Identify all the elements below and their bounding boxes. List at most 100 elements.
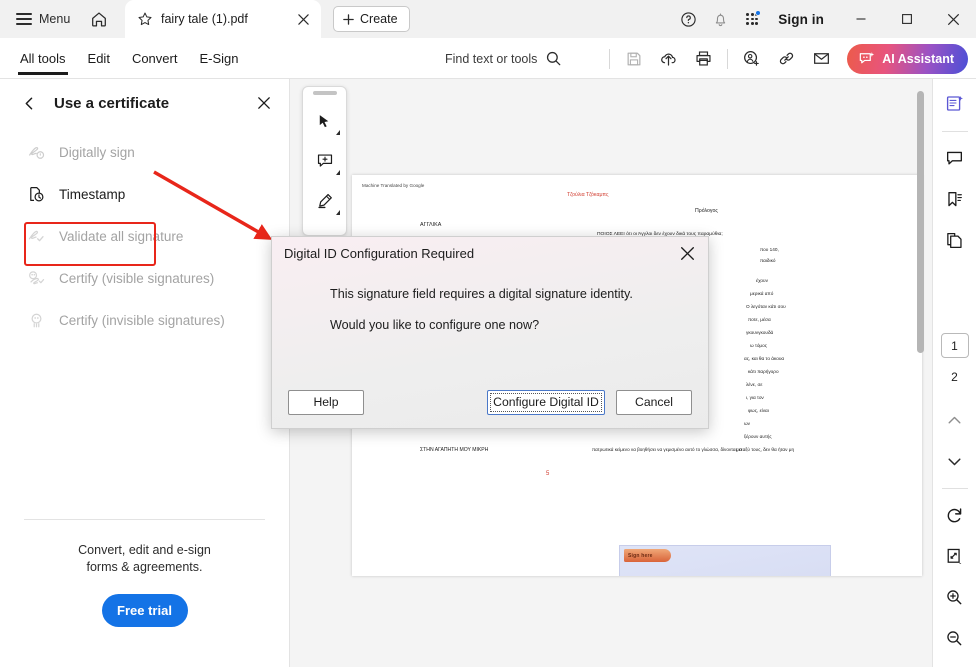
hamburger-icon <box>16 13 32 25</box>
use-a-certificate-panel: Use a certificate Digitally sign Timesta… <box>0 79 290 667</box>
next-page-button[interactable] <box>938 444 972 478</box>
maximize-icon <box>901 13 913 25</box>
fit-page-button[interactable] <box>938 539 972 573</box>
drag-handle[interactable] <box>312 91 337 95</box>
cancel-button[interactable]: Cancel <box>616 389 692 415</box>
highlighter-tool[interactable] <box>308 184 342 218</box>
page-thumbnails-button[interactable] <box>938 223 972 257</box>
tab-edit[interactable]: Edit <box>78 38 120 79</box>
chevron-down-icon[interactable] <box>335 210 340 215</box>
chevron-down-icon[interactable] <box>335 170 340 175</box>
doc-line: ω τόμος <box>750 343 767 348</box>
configure-digital-id-button[interactable]: Configure Digital ID <box>487 389 605 415</box>
search-icon[interactable] <box>545 50 562 67</box>
sign-here-tab[interactable]: Sign here <box>624 549 671 562</box>
add-comment-icon <box>316 152 334 170</box>
menu-button[interactable]: Menu <box>12 5 74 33</box>
certificate-tool-list: Digitally sign Timestamp Validate all si… <box>0 127 289 341</box>
sidebar-item-digitally-sign[interactable]: Digitally sign <box>0 131 289 173</box>
doc-heading-left: ΑΓΓΛΙΚΑ <box>420 222 442 228</box>
edit-with-ai-button[interactable] <box>938 87 972 121</box>
signature-field[interactable]: Sign here <box>619 545 831 576</box>
page-indicator-1[interactable]: 1 <box>940 333 969 358</box>
sidebar-item-certify-invisible[interactable]: Certify (invisible signatures) <box>0 299 289 341</box>
apps-button[interactable] <box>736 0 768 38</box>
notifications-button[interactable] <box>704 0 736 38</box>
request-esignature-button[interactable] <box>735 43 768 75</box>
find-label: Find text or tools <box>445 51 538 66</box>
panel-header: Use a certificate <box>0 79 289 127</box>
rotate-button[interactable] <box>938 498 972 532</box>
find-text-or-tools[interactable]: Find text or tools <box>445 38 562 79</box>
menu-label: Menu <box>39 12 71 26</box>
title-bar-left: Menu <box>0 0 114 38</box>
tab-close-icon[interactable] <box>293 9 313 29</box>
sign-here-label: Sign here <box>628 552 653 559</box>
zoom-out-icon <box>945 629 964 648</box>
comments-button[interactable] <box>938 141 972 175</box>
minimize-button[interactable] <box>838 0 884 38</box>
add-comment-tool[interactable] <box>308 144 342 178</box>
share-link-button[interactable] <box>770 43 803 75</box>
free-trial-button[interactable]: Free trial <box>101 594 188 627</box>
chevron-down-icon[interactable] <box>335 130 340 135</box>
sidebar-item-label: Certify (invisible signatures) <box>59 312 225 328</box>
doc-line: ποτε, μέσα <box>748 317 771 322</box>
cloud-upload-button[interactable] <box>652 43 685 75</box>
email-button[interactable] <box>805 43 838 75</box>
divider <box>941 131 968 132</box>
tool-menu-bar: All tools Edit Convert E-Sign Find text … <box>0 38 976 79</box>
window-close-icon <box>947 13 960 26</box>
cloud-upload-icon <box>659 49 678 68</box>
sidebar-item-label: Digitally sign <box>59 144 135 160</box>
document-scrollbar[interactable] <box>917 87 924 587</box>
sign-in-button[interactable]: Sign in <box>768 12 838 27</box>
scrollbar-thumb[interactable] <box>917 91 924 353</box>
zoom-in-icon <box>945 588 964 607</box>
help-button[interactable] <box>672 0 704 38</box>
zoom-out-button[interactable] <box>938 621 972 655</box>
tab-convert[interactable]: Convert <box>122 38 188 79</box>
window-close-button[interactable] <box>930 0 976 38</box>
highlighter-icon <box>316 192 334 210</box>
create-button[interactable]: Create <box>333 6 410 32</box>
save-button[interactable] <box>617 43 650 75</box>
doc-title-red: Τζούλια Τζόκαμπς <box>567 192 609 198</box>
dialog-body: This signature field requires a digital … <box>272 269 708 334</box>
help-button[interactable]: Help <box>288 389 364 415</box>
tab-esign[interactable]: E-Sign <box>189 38 248 79</box>
divider <box>609 48 611 69</box>
sidebar-item-label: Validate all signature <box>59 228 184 244</box>
zoom-in-button[interactable] <box>938 580 972 614</box>
sidebar-item-label: Timestamp <box>59 186 126 202</box>
panel-close-icon[interactable] <box>253 92 275 114</box>
star-icon[interactable] <box>137 11 153 27</box>
dialog-title: Digital ID Configuration Required <box>284 245 475 261</box>
digital-sign-icon <box>26 142 46 162</box>
dialog-button-row: Help Configure Digital ID Cancel <box>272 376 708 428</box>
tab-all-tools[interactable]: All tools <box>10 38 76 79</box>
certify-invisible-icon <box>26 310 46 330</box>
adobe-acrobat-window: Menu fairy tale (1).pdf Create Sign in A… <box>0 0 976 667</box>
doc-line: λένε, σε <box>746 382 763 387</box>
dialog-close-icon[interactable] <box>674 240 700 266</box>
pages-icon <box>945 231 964 250</box>
print-button[interactable] <box>687 43 720 75</box>
sidebar-item-certify-visible[interactable]: Certify (visible signatures) <box>0 257 289 299</box>
chevron-left-icon[interactable] <box>20 92 38 114</box>
home-icon <box>90 10 108 28</box>
ai-assistant-button[interactable]: AI Assistant <box>847 43 968 74</box>
doc-line: μεταξύ τους, δεν θα ήταν μη <box>736 447 795 452</box>
doc-line: Ο λεγόταν κάτι σου <box>746 304 786 309</box>
maximize-button[interactable] <box>884 0 930 38</box>
doc-line: φως, είναι <box>748 408 769 413</box>
sidebar-item-validate-all-signature[interactable]: Validate all signature <box>0 215 289 257</box>
select-cursor-tool[interactable] <box>308 104 342 138</box>
sidebar-item-timestamp[interactable]: Timestamp <box>0 173 289 215</box>
page-indicator-2[interactable]: 2 <box>941 364 969 389</box>
divider <box>24 519 265 520</box>
document-tab[interactable]: fairy tale (1).pdf <box>125 0 321 38</box>
home-button[interactable] <box>84 5 114 33</box>
bookmarks-button[interactable] <box>938 182 972 216</box>
previous-page-button[interactable] <box>938 403 972 437</box>
